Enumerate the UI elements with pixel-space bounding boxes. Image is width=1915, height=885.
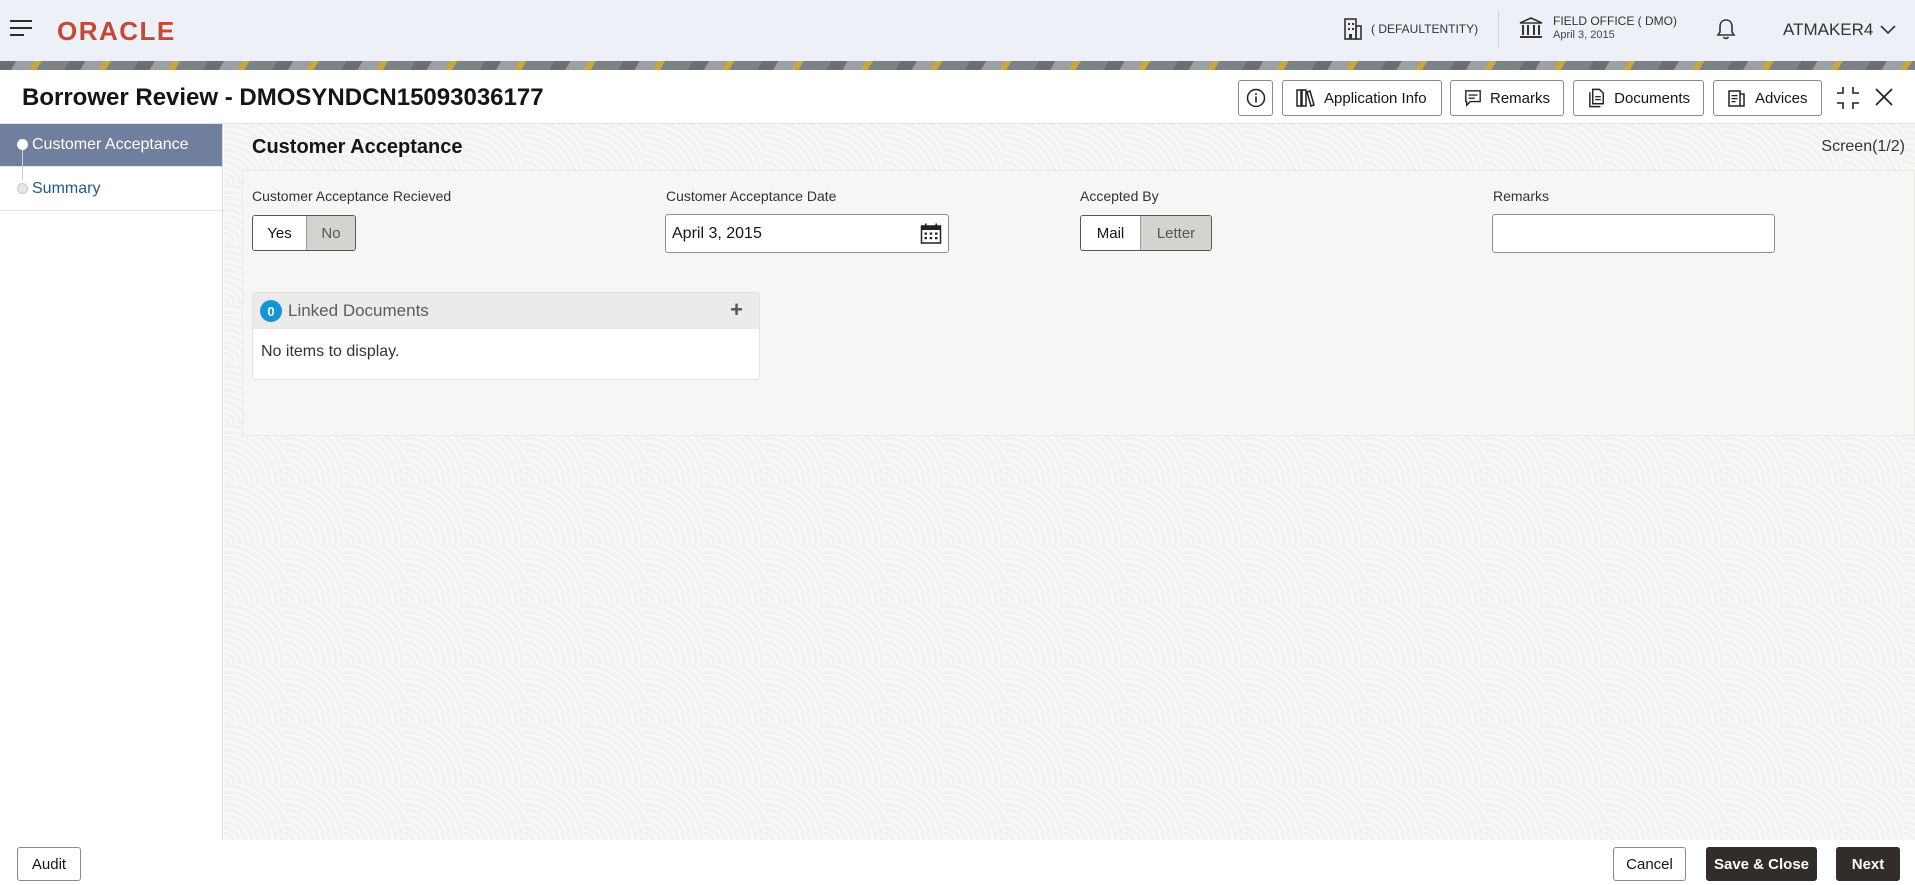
letter-button[interactable]: Letter — [1140, 216, 1211, 250]
title-bar: Borrower Review - DMOSYNDCN15093036177 A… — [0, 70, 1915, 124]
chevron-down-icon — [1880, 25, 1896, 35]
footer-bar: Audit Cancel Save & Close Next — [0, 840, 1915, 885]
acceptance-received-label: Customer Acceptance Recieved — [252, 188, 452, 204]
advices-button[interactable]: Advices — [1713, 80, 1822, 116]
linked-documents-card: 0 Linked Documents + No items to display… — [252, 292, 760, 380]
main-content: Customer Acceptance Screen(1/2) Customer… — [224, 124, 1915, 840]
building-icon — [1344, 18, 1362, 40]
step-pending-dot — [17, 183, 28, 194]
cancel-button[interactable]: Cancel — [1613, 847, 1686, 881]
advice-document-icon — [1728, 90, 1745, 107]
header-divider — [1498, 10, 1499, 48]
bell-icon[interactable] — [1716, 18, 1736, 45]
remarks-input[interactable] — [1492, 214, 1775, 253]
books-icon — [1296, 89, 1315, 107]
acceptance-date-field[interactable]: April 3, 2015 — [665, 214, 949, 253]
bank-icon — [1519, 17, 1543, 38]
remarks-label: Remarks — [1489, 89, 1550, 107]
screen-indicator: Screen(1/2) — [1821, 138, 1905, 155]
documents-button[interactable]: Documents — [1573, 80, 1704, 116]
decorative-banner — [0, 61, 1915, 70]
remarks-label: Remarks — [1493, 188, 1550, 204]
sidebar-item-label: Customer Acceptance — [32, 136, 189, 153]
acceptance-date-label: Customer Acceptance Date — [666, 188, 837, 204]
sidebar-item-customer-acceptance[interactable]: Customer Acceptance — [0, 124, 222, 180]
hamburger-menu-icon[interactable] — [10, 20, 32, 38]
step-sidebar: Customer Acceptance Summary — [0, 124, 223, 840]
next-button[interactable]: Next — [1836, 847, 1900, 881]
accepted-by-label: Accepted By — [1080, 188, 1159, 204]
section-title: Customer Acceptance — [252, 136, 463, 158]
application-info-label: Application Info — [1324, 89, 1427, 107]
remarks-button[interactable]: Remarks — [1450, 80, 1564, 116]
linked-documents-title: Linked Documents — [288, 301, 429, 320]
office-name: FIELD OFFICE ( DMO) — [1553, 14, 1677, 28]
entity-label: ( DEFAULTENTITY) — [1371, 22, 1479, 36]
entity-selector[interactable]: ( DEFAULTENTITY) — [1343, 18, 1478, 40]
user-menu[interactable]: ATMAKER4 — [1783, 20, 1897, 40]
top-header: ORACLE ( DEFAULTENTITY) FIELD OFFICE ( D… — [0, 0, 1915, 61]
no-button[interactable]: No — [306, 216, 355, 250]
user-name: ATMAKER4 — [1783, 20, 1874, 39]
step-active-dot — [17, 139, 28, 150]
add-icon[interactable]: + — [730, 299, 743, 321]
comment-icon — [1465, 90, 1481, 107]
linked-documents-count: 0 — [260, 300, 282, 322]
info-button[interactable] — [1238, 80, 1273, 116]
document-icon — [1589, 88, 1604, 108]
office-date: April 3, 2015 — [1553, 29, 1615, 41]
accepted-by-toggle: Mail Letter — [1080, 215, 1212, 251]
close-icon[interactable] — [1873, 86, 1895, 113]
oracle-logo: ORACLE — [57, 16, 176, 46]
advices-label: Advices — [1755, 89, 1808, 107]
save-close-button[interactable]: Save & Close — [1706, 847, 1817, 881]
application-info-button[interactable]: Application Info — [1282, 80, 1442, 116]
documents-label: Documents — [1614, 89, 1690, 107]
calendar-icon[interactable] — [920, 223, 942, 245]
sidebar-item-label: Summary — [32, 180, 101, 197]
linked-documents-header: 0 Linked Documents + — [253, 293, 759, 329]
yes-button[interactable]: Yes — [253, 216, 306, 250]
acceptance-date-value: April 3, 2015 — [672, 224, 762, 242]
collapse-icon[interactable] — [1836, 86, 1860, 115]
audit-button[interactable]: Audit — [17, 847, 81, 881]
acceptance-received-toggle: Yes No — [252, 215, 356, 251]
info-icon — [1246, 88, 1265, 108]
sidebar-item-summary[interactable]: Summary — [0, 168, 222, 211]
linked-documents-empty: No items to display. — [261, 343, 400, 360]
office-selector[interactable]: FIELD OFFICE ( DMO) April 3, 2015 — [1519, 14, 1677, 42]
mail-button[interactable]: Mail — [1081, 216, 1140, 250]
page-title: Borrower Review - DMOSYNDCN15093036177 — [22, 84, 544, 111]
